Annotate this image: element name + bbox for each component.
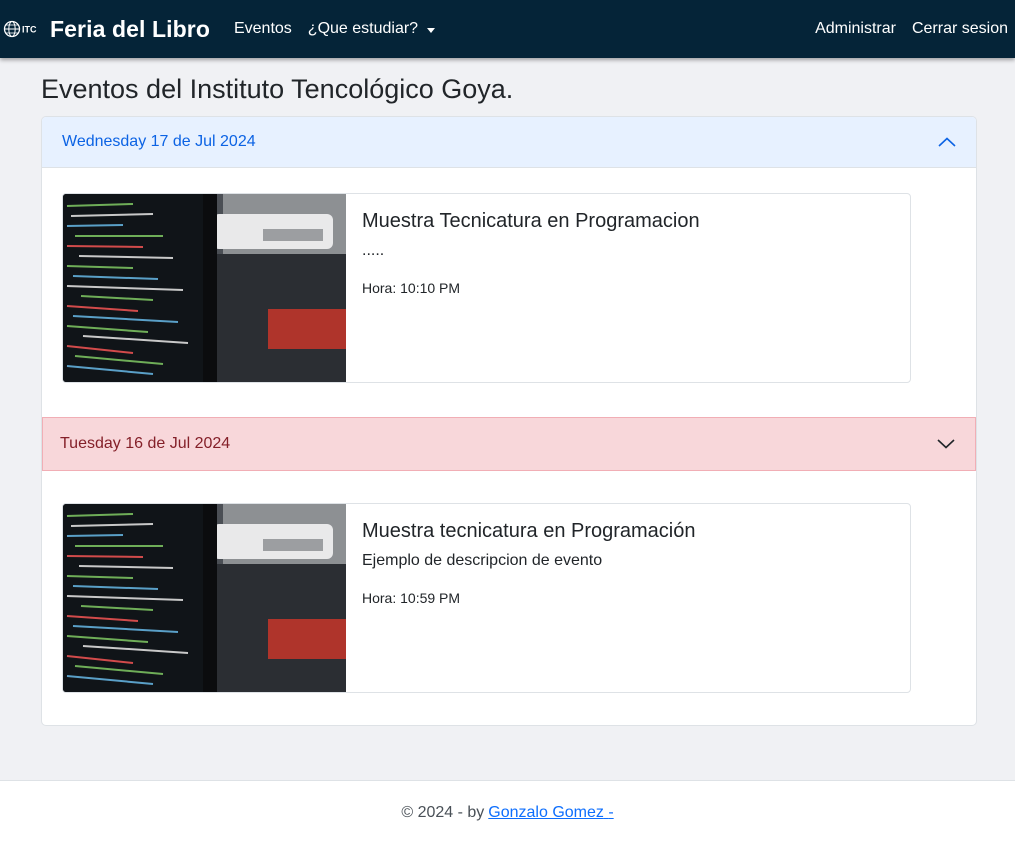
event-description: Ejemplo de descripcion de evento	[362, 552, 603, 569]
nav-administrar[interactable]: Administrar	[815, 20, 896, 38]
accordion-date-label: Wednesday 17 de Jul 2024	[62, 133, 256, 150]
event-title: Muestra Tecnicatura en Programacion	[362, 210, 700, 232]
code-screen-photo	[63, 194, 346, 382]
page-title: Eventos del Instituto Tencológico Goya.	[41, 74, 514, 104]
accordion-header-day-1[interactable]: Wednesday 17 de Jul 2024	[42, 117, 976, 168]
dropdown-caret-icon	[427, 27, 436, 33]
itc-globe-logo-icon: ITC	[3, 20, 37, 38]
nav-eventos[interactable]: Eventos	[234, 20, 292, 38]
top-navbar: ITC Feria del Libro Eventos ¿Que estudia…	[0, 0, 1015, 58]
event-image	[63, 504, 346, 692]
svg-text:ITC: ITC	[22, 25, 37, 35]
event-card[interactable]: Muestra Tecnicatura en Programacion ....…	[62, 193, 911, 383]
footer-suffix: -	[608, 804, 614, 821]
nav-que-estudiar-label: ¿Que estudiar?	[307, 20, 419, 37]
event-description: .....	[362, 242, 385, 259]
code-screen-photo	[63, 504, 346, 692]
accordion-header-day-2[interactable]: Tuesday 16 de Jul 2024	[42, 417, 976, 471]
event-title: Muestra tecnicatura en Programación	[362, 520, 696, 542]
event-card[interactable]: Muestra tecnicatura en Programación Ejem…	[62, 503, 911, 693]
page-footer: © 2024 - by Gonzalo Gomez -	[0, 780, 1015, 845]
nav-cerrar-sesion[interactable]: Cerrar sesion	[912, 20, 1008, 38]
accordion-date-label: Tuesday 16 de Jul 2024	[60, 435, 231, 452]
event-time: Hora: 10:10 PM	[362, 280, 461, 296]
footer-author-link[interactable]: Gonzalo Gomez -	[488, 804, 613, 822]
chevron-down-icon	[937, 439, 955, 449]
footer-copyright: © 2024 - by	[401, 804, 485, 821]
event-time: Hora: 10:59 PM	[362, 590, 461, 606]
itc-logo[interactable]: ITC	[2, 9, 42, 49]
nav-que-estudiar-dropdown[interactable]: ¿Que estudiar?	[307, 20, 436, 38]
brand-title[interactable]: Feria del Libro	[50, 16, 210, 43]
chevron-up-icon	[938, 137, 956, 147]
footer-author-name: Gonzalo Gomez	[488, 804, 604, 821]
event-image	[63, 194, 346, 382]
events-accordion: Wednesday 17 de Jul 2024 Muestra Tecnica…	[41, 116, 977, 726]
